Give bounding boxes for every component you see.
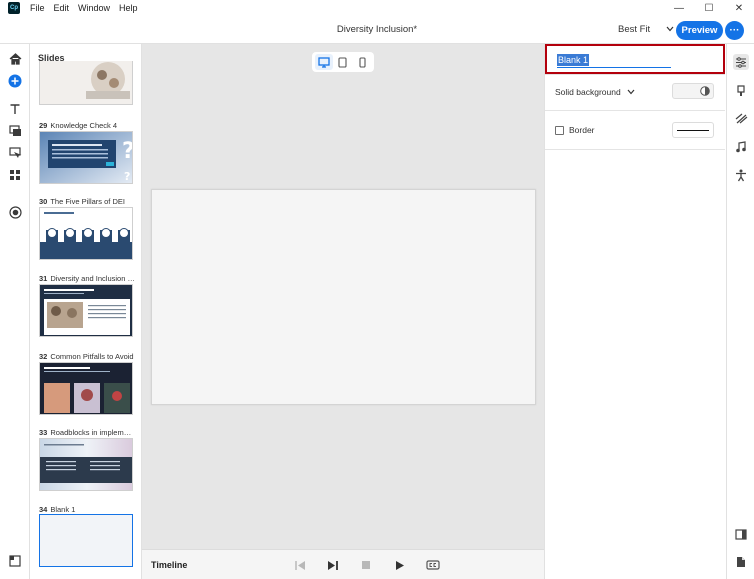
- closed-caption-icon[interactable]: [426, 559, 440, 571]
- minimize-button[interactable]: —: [664, 0, 694, 16]
- slide-label-32: 32 Common Pitfalls to Avoid: [39, 352, 134, 361]
- panel-layout-icon[interactable]: [733, 526, 749, 542]
- zoom-value: Best Fit: [618, 24, 651, 35]
- device-toggle: [312, 52, 374, 72]
- border-style-swatch[interactable]: [672, 122, 714, 138]
- divider: [545, 110, 725, 111]
- border-checkbox[interactable]: [555, 126, 564, 135]
- close-button[interactable]: ✕: [724, 0, 754, 16]
- chevron-down-icon: [627, 88, 635, 97]
- style-icon[interactable]: [733, 83, 749, 99]
- text-icon[interactable]: [8, 102, 22, 116]
- panel-toggle-icon[interactable]: [8, 554, 22, 568]
- slide-thumbnail-28[interactable]: [39, 61, 133, 105]
- music-note-icon[interactable]: [733, 139, 749, 155]
- more-options-button[interactable]: ···: [725, 21, 744, 40]
- components-icon[interactable]: [8, 168, 22, 182]
- svg-text:?: ?: [124, 170, 130, 183]
- slide-canvas[interactable]: [151, 189, 536, 405]
- interactions-icon[interactable]: [8, 146, 22, 160]
- menu-window[interactable]: Window: [78, 3, 110, 13]
- previous-icon[interactable]: [294, 559, 306, 571]
- chevron-down-icon: [666, 25, 674, 34]
- maximize-button[interactable]: ☐: [694, 0, 724, 16]
- slide-label-31: 31Diversity and Inclusion Bes...: [39, 274, 135, 283]
- background-color-swatch[interactable]: [672, 83, 714, 99]
- slide-thumbnail-32[interactable]: [39, 362, 133, 415]
- mobile-view-button[interactable]: [353, 54, 371, 70]
- right-toolbar: [726, 44, 754, 579]
- slide-thumbnail-30[interactable]: [39, 207, 133, 260]
- tablet-view-button[interactable]: [334, 54, 352, 70]
- background-type-select[interactable]: Solid background: [555, 87, 635, 97]
- svg-text:?: ?: [122, 139, 133, 164]
- desktop-view-button[interactable]: [314, 54, 333, 70]
- animation-icon[interactable]: [733, 111, 749, 127]
- window-controls: — ☐ ✕: [664, 0, 754, 16]
- slide-label-33: 33Roadblocks in implementin...: [39, 428, 135, 437]
- background-type-value: Solid background: [555, 87, 621, 97]
- menu-edit[interactable]: Edit: [54, 3, 70, 13]
- border-label: Border: [569, 125, 595, 135]
- zoom-select[interactable]: Best Fit: [618, 24, 674, 35]
- slide-label-30: 30 The Five Pillars of DEI: [39, 197, 125, 206]
- slide-name-input[interactable]: [557, 54, 671, 68]
- app-logo: Cp: [8, 2, 20, 14]
- add-icon[interactable]: [8, 74, 22, 88]
- properties-panel: Blank 1 Solid background Border: [544, 44, 726, 579]
- canvas-area: [142, 44, 544, 549]
- slide-thumbnail-33[interactable]: [39, 438, 133, 491]
- properties-icon[interactable]: [733, 54, 749, 70]
- menu-file[interactable]: File: [30, 3, 45, 13]
- divider: [545, 74, 725, 75]
- border-line-preview: [677, 130, 709, 131]
- preview-button[interactable]: Preview: [676, 21, 723, 40]
- app-header: Diversity Inclusion* Best Fit Preview ··…: [0, 16, 754, 44]
- menu-bar: Cp File Edit Window Help — ☐ ✕: [0, 0, 754, 16]
- slide-name-highlight: Blank 1: [545, 44, 725, 74]
- color-fill-icon: [700, 86, 710, 96]
- slide-thumbnail-34-selected[interactable]: [39, 514, 133, 567]
- menu-help[interactable]: Help: [119, 3, 138, 13]
- slide-thumbnail-29[interactable]: ? ?: [39, 131, 133, 184]
- record-icon[interactable]: [8, 205, 22, 219]
- timeline-label[interactable]: Timeline: [151, 560, 187, 570]
- home-icon[interactable]: [8, 52, 22, 66]
- slide-label-29: 29 Knowledge Check 4: [39, 121, 118, 130]
- play-icon[interactable]: [393, 559, 405, 571]
- slide-thumbnail-31[interactable]: [39, 284, 133, 337]
- slide-label-34: 34 Blank 1: [39, 505, 76, 514]
- notes-icon[interactable]: [733, 554, 749, 570]
- stop-icon[interactable]: [360, 559, 372, 571]
- media-icon[interactable]: [8, 124, 22, 138]
- left-toolbar: [0, 44, 30, 579]
- accessibility-icon[interactable]: [733, 167, 749, 183]
- timeline-bar: Timeline: [142, 549, 544, 579]
- step-forward-icon[interactable]: [327, 559, 339, 571]
- slides-panel: Slides 29Knowledge Check 4 ? ? 30Th: [30, 44, 142, 579]
- divider: [545, 149, 725, 150]
